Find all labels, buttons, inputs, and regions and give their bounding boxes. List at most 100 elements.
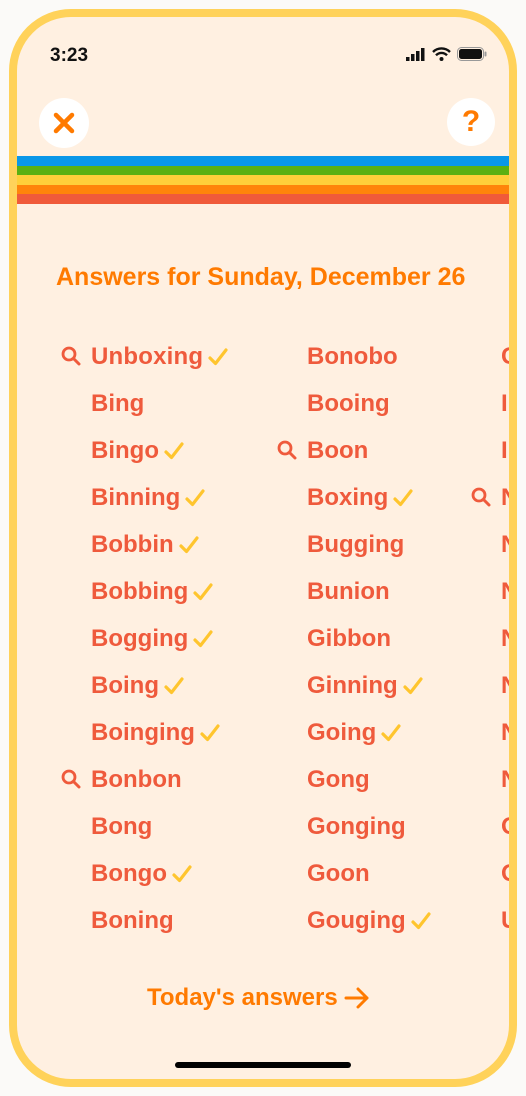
answer-word: N [501, 624, 517, 652]
answer-word: N [501, 483, 517, 511]
answer-item[interactable]: N [471, 474, 517, 521]
answer-word: N [501, 718, 517, 746]
answer-item[interactable]: Boing [91, 662, 228, 709]
checkmark-icon [164, 441, 184, 459]
status-time: 3:23 [50, 45, 89, 66]
answer-item[interactable]: Bunion [307, 568, 431, 615]
answer-item[interactable]: Unboxing [61, 333, 228, 380]
answer-item[interactable]: I [501, 427, 509, 474]
answer-item[interactable]: Gonging [307, 803, 431, 850]
answer-item[interactable]: Goon [307, 850, 431, 897]
answer-item[interactable]: Bing [91, 380, 228, 427]
signal-icon [406, 47, 425, 61]
answer-word: O [501, 860, 509, 888]
answer-item[interactable]: Bonobo [307, 333, 431, 380]
answer-word: Gibbon [307, 624, 391, 652]
answer-word: U [501, 906, 517, 934]
answer-word: Gong [307, 765, 370, 793]
answer-item[interactable]: Bobbing [91, 568, 228, 615]
answer-item[interactable]: O [501, 803, 509, 850]
answer-item[interactable]: N [501, 568, 509, 615]
answer-word: Bing [91, 389, 145, 417]
search-icon[interactable] [61, 346, 81, 366]
todays-answers-link[interactable]: Today's answers [147, 984, 370, 1012]
answer-item[interactable]: U [501, 897, 517, 944]
answer-item[interactable]: Bongo [91, 850, 228, 897]
answer-item[interactable]: Boxing [307, 474, 431, 521]
answer-item[interactable]: Bong [91, 803, 228, 850]
answer-word: O [501, 813, 509, 841]
stripe [17, 165, 509, 175]
checkmark-icon [208, 347, 228, 365]
answer-column: GIINNNNNNNOOU [471, 333, 517, 944]
answer-item[interactable]: N [501, 709, 517, 756]
answer-word: Gonging [307, 812, 406, 840]
answer-item[interactable]: Booing [307, 380, 431, 427]
answer-item[interactable]: Going [307, 709, 431, 756]
answer-word: Bunion [307, 577, 390, 605]
arrow-right-icon [344, 987, 369, 1009]
answer-word: G [501, 343, 509, 371]
answer-word: Boinging [91, 718, 195, 746]
answer-word: Bingo [91, 436, 159, 464]
answer-item[interactable]: N [501, 615, 517, 662]
answer-item[interactable]: Boinging [91, 709, 228, 756]
home-indicator[interactable] [175, 1062, 351, 1068]
checkmark-icon [393, 488, 413, 506]
answer-item[interactable]: O [501, 850, 509, 897]
stripe [17, 156, 509, 166]
answer-word: Bonbon [91, 765, 182, 793]
answer-item[interactable]: I [501, 380, 509, 427]
answer-item[interactable]: Gibbon [307, 615, 431, 662]
rainbow-stripes [17, 156, 509, 204]
answer-item[interactable]: Bugging [307, 521, 431, 568]
answer-word: Going [307, 718, 377, 746]
answer-word: Boning [91, 906, 174, 934]
page-title: Answers for Sunday, December 26 [56, 263, 466, 291]
checkmark-icon [185, 488, 205, 506]
answer-column: Unboxing Bing Bingo Binning Bobbin Bobbing Bog… [61, 333, 228, 944]
checkmark-icon [403, 676, 423, 694]
todays-answers-label: Today's answers [147, 984, 338, 1011]
checkmark-icon [164, 676, 184, 694]
answer-item[interactable]: Bonbon [61, 756, 228, 803]
close-button[interactable] [39, 98, 89, 148]
answer-word: Booing [307, 389, 390, 417]
search-icon[interactable] [61, 769, 81, 789]
answer-word: I [501, 436, 508, 464]
answer-item[interactable]: Boon [277, 427, 431, 474]
checkmark-icon [200, 723, 220, 741]
answer-item[interactable]: Bogging [91, 615, 228, 662]
answer-item[interactable]: N [501, 756, 517, 803]
answer-word: Ginning [307, 671, 398, 699]
answer-word: Bobbin [91, 530, 174, 558]
battery-icon [457, 47, 487, 61]
answer-item[interactable]: G [501, 333, 509, 380]
answer-word: Boxing [307, 483, 389, 511]
answer-word: N [501, 671, 517, 699]
phone-screen: 3:23 ? Answers for Sunday, December 26 U… [9, 9, 517, 1087]
stripe [17, 175, 509, 185]
search-icon[interactable] [277, 440, 297, 460]
answer-item[interactable]: N [501, 521, 517, 568]
answer-item[interactable]: Binning [91, 474, 228, 521]
answer-word: Binning [91, 483, 181, 511]
search-icon[interactable] [471, 487, 491, 507]
status-bar: 3:23 [17, 17, 509, 77]
stripe [17, 194, 509, 204]
answer-item[interactable]: N [501, 662, 517, 709]
answer-item[interactable]: Gong [307, 756, 431, 803]
help-button[interactable]: ? [447, 98, 495, 146]
answer-word: N [501, 530, 517, 558]
checkmark-icon [172, 864, 192, 882]
answer-word: I [501, 389, 508, 417]
checkmark-icon [381, 723, 401, 741]
answer-item[interactable]: Ginning [307, 662, 431, 709]
answer-item[interactable]: Bingo [91, 427, 228, 474]
answer-word: Boon [307, 436, 369, 464]
answer-item[interactable]: Gouging [307, 897, 431, 944]
answer-word: N [501, 765, 517, 793]
checkmark-icon [179, 535, 199, 553]
answer-item[interactable]: Boning [91, 897, 228, 944]
answer-item[interactable]: Bobbin [91, 521, 228, 568]
